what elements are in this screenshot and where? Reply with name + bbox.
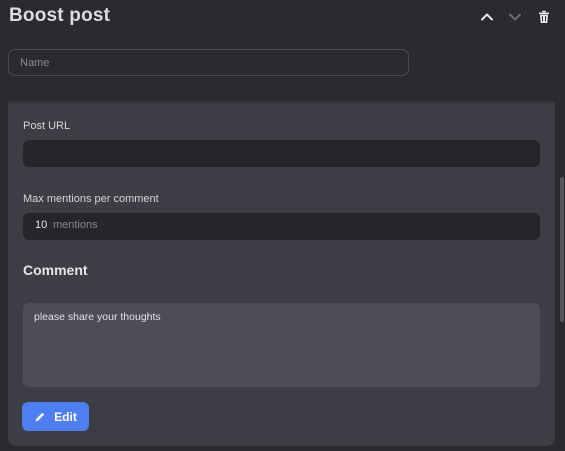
chevron-up-icon — [481, 13, 493, 21]
name-input[interactable] — [8, 49, 409, 76]
max-mentions-input[interactable]: 10 mentions — [23, 213, 540, 240]
chevron-down-icon — [509, 13, 521, 21]
card-header: Boost post — [0, 0, 565, 40]
comment-text: please share your thoughts — [34, 311, 161, 323]
max-mentions-value: 10 — [35, 219, 48, 231]
boost-post-card: Boost post Post URL Max mentions per — [0, 0, 565, 451]
scrollbar-thumb[interactable] — [560, 177, 564, 322]
move-down-button[interactable] — [506, 8, 524, 26]
post-url-label: Post URL — [23, 120, 71, 132]
settings-panel: Post URL Max mentions per comment 10 men… — [8, 101, 555, 446]
pencil-icon — [35, 412, 45, 421]
move-up-button[interactable] — [478, 8, 496, 26]
max-mentions-label: Max mentions per comment — [23, 193, 159, 205]
comment-textarea[interactable]: please share your thoughts — [23, 303, 540, 387]
max-mentions-unit: mentions — [53, 219, 98, 231]
comment-heading: Comment — [23, 262, 88, 278]
post-url-input[interactable] — [23, 140, 540, 167]
trash-icon — [539, 10, 549, 23]
edit-button[interactable]: Edit — [22, 402, 89, 431]
card-title: Boost post — [9, 5, 111, 26]
edit-button-label: Edit — [54, 409, 77, 424]
delete-button[interactable] — [535, 8, 553, 26]
